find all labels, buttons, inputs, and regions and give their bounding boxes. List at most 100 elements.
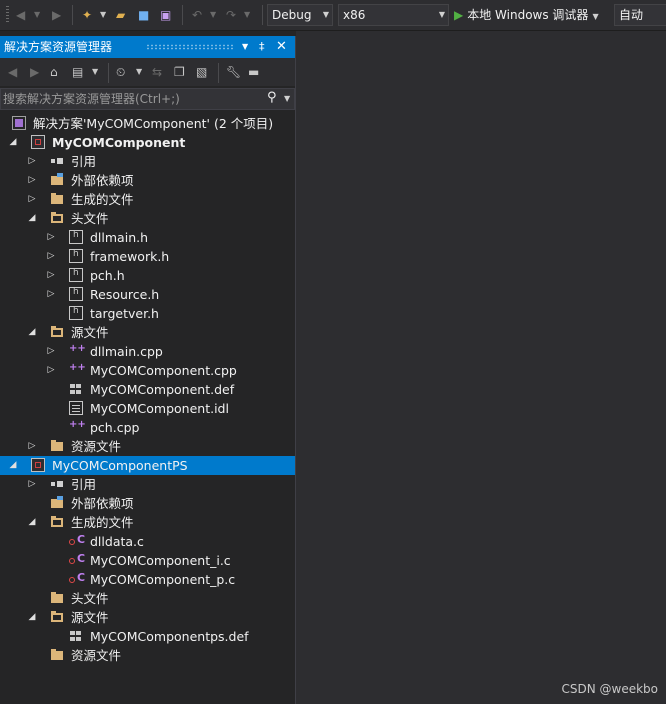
platform-value: x86 xyxy=(343,8,366,22)
tree-item[interactable]: 头文件 xyxy=(0,589,295,608)
separator xyxy=(182,5,183,25)
tree-item[interactable]: ▷ pch.h xyxy=(0,266,295,285)
tree-item[interactable]: 资源文件 xyxy=(0,646,295,665)
tree-item[interactable]: ◢ 源文件 xyxy=(0,608,295,627)
tree-item-label: 头文件 xyxy=(71,591,109,606)
new-project-icon[interactable]: ✦ xyxy=(82,6,92,24)
title-grip[interactable] xyxy=(146,44,234,50)
tree-item[interactable]: pch.cpp xyxy=(0,418,295,437)
folder-icon xyxy=(50,648,64,662)
chevron-down-icon: ▼ xyxy=(322,10,329,19)
search-input[interactable] xyxy=(3,89,259,109)
properties-wrench-icon[interactable]: 🔧︎ xyxy=(226,63,241,81)
forward-icon[interactable]: ▶ xyxy=(52,6,61,24)
collapse-arrow-icon[interactable]: ◢ xyxy=(27,610,37,625)
switch-views-dropdown-icon[interactable]: ▼ xyxy=(92,63,98,81)
tree-item-label: MyCOMComponentps.def xyxy=(90,629,249,644)
tree-item[interactable]: ▷ 引用 xyxy=(0,152,295,171)
save-all-icon[interactable]: ▣ xyxy=(160,6,171,24)
sync-active-document-icon[interactable]: ⇆ xyxy=(152,63,162,81)
search-box[interactable]: ⚲ ▼ xyxy=(0,88,295,110)
back-dropdown-icon[interactable]: ▼ xyxy=(34,6,40,24)
tree-item[interactable]: ▷ 外部依赖项 xyxy=(0,171,295,190)
expand-arrow-icon[interactable]: ▷ xyxy=(27,173,37,188)
expand-arrow-icon[interactable]: ▷ xyxy=(27,192,37,207)
search-icon[interactable]: ⚲ xyxy=(267,90,277,105)
chevron-down-icon[interactable]: ▼ xyxy=(592,12,598,21)
forward-icon[interactable]: ▶ xyxy=(30,63,39,81)
show-all-files-icon[interactable]: ▧ xyxy=(196,63,207,81)
tree-item[interactable]: targetver.h xyxy=(0,304,295,323)
panel-title-bar: 解决方案资源管理器 ▼ ‡ ✕ xyxy=(0,36,295,58)
open-file-icon[interactable]: ▰ xyxy=(116,6,125,24)
tree-item-label: MyCOMComponent_p.c xyxy=(90,572,236,587)
idl-file-icon xyxy=(69,401,83,415)
tree-item[interactable]: ▷ MyCOMComponent.cpp xyxy=(0,361,295,380)
tree-item[interactable]: ◢ MyCOMComponent xyxy=(0,133,295,152)
collapse-arrow-icon[interactable]: ◢ xyxy=(27,515,37,530)
collapse-arrow-icon[interactable]: ◢ xyxy=(8,458,18,473)
tree-item[interactable]: ▷ dllmain.h xyxy=(0,228,295,247)
filter-dropdown-icon[interactable]: ▼ xyxy=(136,63,142,81)
tree-item[interactable]: MyCOMComponent.def xyxy=(0,380,295,399)
undo-icon[interactable]: ↶ xyxy=(192,6,202,24)
new-dropdown-icon[interactable]: ▼ xyxy=(100,6,106,24)
chevron-down-icon: ▼ xyxy=(438,10,445,19)
tree-item[interactable]: ◢ 头文件 xyxy=(0,209,295,228)
expand-arrow-icon[interactable]: ▷ xyxy=(46,344,56,359)
tree-item-label: MyCOMComponent.cpp xyxy=(90,363,237,378)
tree-item[interactable]: ◢ 生成的文件 xyxy=(0,513,295,532)
tree-item[interactable]: ▷ 生成的文件 xyxy=(0,190,295,209)
toolbar-grip[interactable] xyxy=(6,6,9,24)
redo-dropdown-icon[interactable]: ▼ xyxy=(244,6,250,24)
tree-item[interactable]: MyCOMComponent_p.c xyxy=(0,570,295,589)
expand-arrow-icon[interactable]: ▷ xyxy=(46,268,56,283)
expand-arrow-icon[interactable]: ▷ xyxy=(27,439,37,454)
expand-arrow-icon[interactable]: ▷ xyxy=(46,287,56,302)
def-file-icon xyxy=(69,382,83,396)
pending-changes-filter-icon[interactable]: ⏲ xyxy=(116,63,125,81)
tree-item[interactable]: ▷ dllmain.cpp xyxy=(0,342,295,361)
expand-arrow-icon[interactable]: ▷ xyxy=(46,230,56,245)
expand-arrow-icon[interactable]: ▷ xyxy=(27,477,37,492)
auto-select[interactable]: 自动 xyxy=(614,4,666,26)
pin-icon[interactable]: ‡ xyxy=(259,36,265,58)
collapse-arrow-icon[interactable]: ◢ xyxy=(27,211,37,226)
window-position-dropdown-icon[interactable]: ▼ xyxy=(242,36,248,58)
home-icon[interactable]: ⌂ xyxy=(50,63,58,81)
save-icon[interactable]: ■ xyxy=(138,6,149,24)
collapse-all-icon[interactable]: ❐ xyxy=(174,63,185,81)
solution-config-select[interactable]: Debug ▼ xyxy=(267,4,333,26)
back-icon[interactable]: ◀ xyxy=(16,6,25,24)
preview-selected-icon[interactable]: ▬ xyxy=(248,63,259,81)
tree-item[interactable]: dlldata.c xyxy=(0,532,295,551)
platform-select[interactable]: x86 ▼ xyxy=(338,4,449,26)
search-options-dropdown-icon[interactable]: ▼ xyxy=(284,94,290,103)
tree-item[interactable]: ▷ Resource.h xyxy=(0,285,295,304)
tree-item[interactable]: 外部依赖项 xyxy=(0,494,295,513)
tree-item-label: dllmain.cpp xyxy=(90,344,163,359)
tree-item[interactable]: MyCOMComponent.idl xyxy=(0,399,295,418)
header-file-icon xyxy=(69,249,83,263)
start-debugging-button[interactable]: ▶ 本地 Windows 调试器 ▼ xyxy=(454,4,599,26)
expand-arrow-icon[interactable]: ▷ xyxy=(46,363,56,378)
switch-views-icon[interactable]: ▤ xyxy=(72,63,83,81)
tree-item[interactable]: 解决方案'MyCOMComponent' (2 个项目) xyxy=(0,114,295,133)
tree-item[interactable]: ◢ 源文件 xyxy=(0,323,295,342)
references-icon xyxy=(50,154,64,168)
redo-icon[interactable]: ↷ xyxy=(226,6,236,24)
tree-item[interactable]: MyCOMComponentps.def xyxy=(0,627,295,646)
collapse-arrow-icon[interactable]: ◢ xyxy=(27,325,37,340)
tree-item-label: 源文件 xyxy=(71,325,109,340)
tree-item[interactable]: ▷ framework.h xyxy=(0,247,295,266)
tree-item[interactable]: ▷ 引用 xyxy=(0,475,295,494)
undo-dropdown-icon[interactable]: ▼ xyxy=(210,6,216,24)
expand-arrow-icon[interactable]: ▷ xyxy=(27,154,37,169)
back-icon[interactable]: ◀ xyxy=(8,63,17,81)
collapse-arrow-icon[interactable]: ◢ xyxy=(8,135,18,150)
tree-item[interactable]: ▷ 资源文件 xyxy=(0,437,295,456)
tree-item[interactable]: ◢ MyCOMComponentPS xyxy=(0,456,295,475)
close-icon[interactable]: ✕ xyxy=(276,36,287,58)
expand-arrow-icon[interactable]: ▷ xyxy=(46,249,56,264)
tree-item[interactable]: MyCOMComponent_i.c xyxy=(0,551,295,570)
